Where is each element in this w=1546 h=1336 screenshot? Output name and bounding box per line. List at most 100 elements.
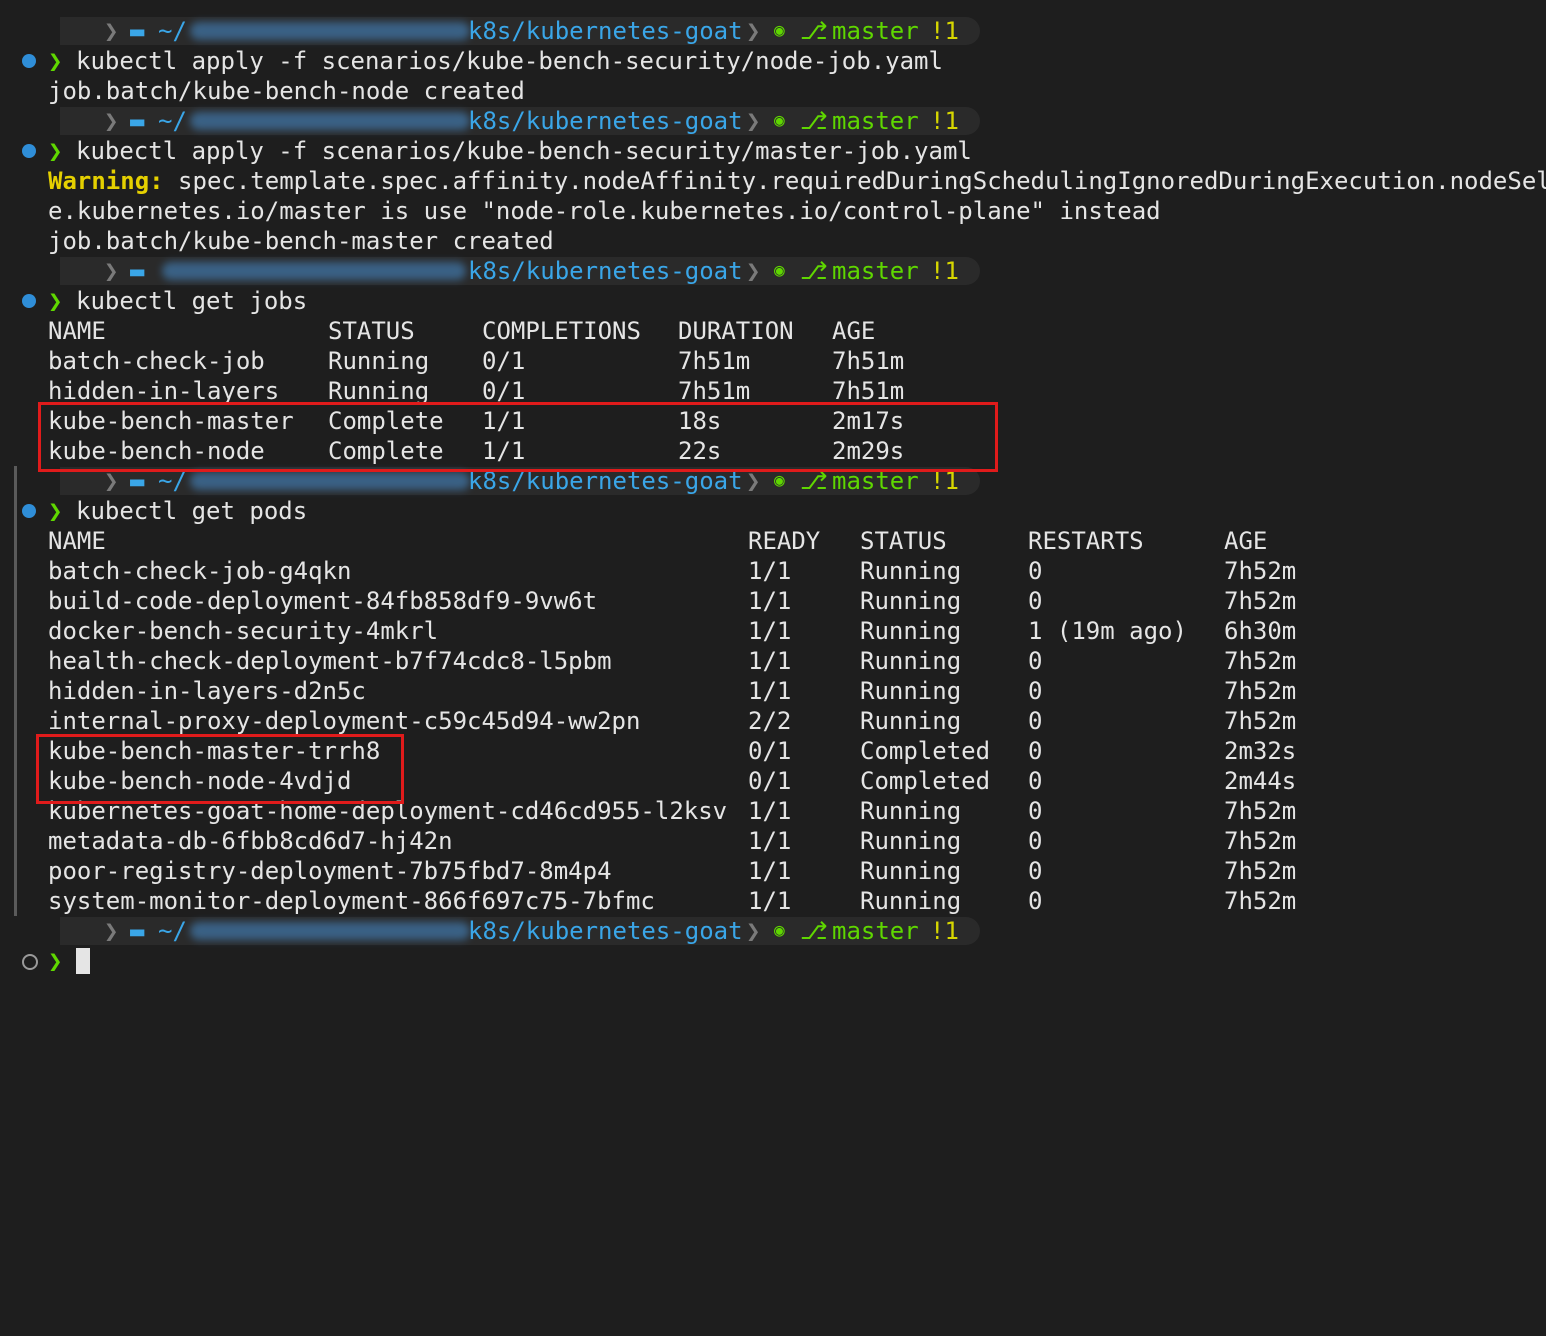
prompt-symbol: ❯ bbox=[48, 287, 63, 315]
github-icon: ◉ bbox=[774, 20, 785, 41]
pod-name: internal-proxy-deployment-c59c45d94-ww2p… bbox=[48, 707, 641, 735]
pod-age: 7h52m bbox=[1224, 677, 1297, 705]
separator-chevron: ❯ bbox=[104, 107, 119, 135]
command-line: ❯ kubectl get pods bbox=[0, 496, 1546, 526]
pod-restarts: 0 bbox=[1028, 737, 1043, 765]
table-row: system-monitor-deployment-866f697c75-7bf… bbox=[0, 886, 1400, 916]
status-dot bbox=[22, 294, 36, 308]
pod-status: Running bbox=[860, 647, 962, 675]
home-path: ~/ bbox=[158, 107, 187, 135]
status-dot bbox=[22, 504, 36, 518]
prompt-symbol: ❯ bbox=[48, 47, 63, 75]
git-branch-icon: ⎇ bbox=[800, 107, 828, 135]
pod-status: Running bbox=[860, 797, 962, 825]
pod-name: poor-registry-deployment-7b75fbd7-8m4p4 bbox=[48, 857, 612, 885]
pod-status: Running bbox=[860, 617, 962, 645]
table-row: health-check-deployment-b7f74cdc8-l5pbm 1… bbox=[0, 646, 1400, 676]
separator-chevron: ❯ bbox=[746, 107, 761, 135]
pod-status: Running bbox=[860, 827, 962, 855]
pod-name: system-monitor-deployment-866f697c75-7bf… bbox=[48, 887, 655, 915]
branch-name: master bbox=[832, 17, 919, 45]
table-row: batch-check-job Running 0/1 7h51m 7h51m bbox=[0, 346, 1000, 376]
pod-ready: 0/1 bbox=[748, 767, 792, 795]
text-cursor[interactable] bbox=[76, 948, 90, 974]
pod-ready: 0/1 bbox=[748, 737, 792, 765]
command-line: ❯ kubectl get jobs bbox=[0, 286, 1546, 316]
warning-label: Warning: bbox=[48, 167, 164, 195]
pod-age: 7h52m bbox=[1224, 887, 1297, 915]
pod-age: 7h52m bbox=[1224, 587, 1297, 615]
folder-icon: ▬ bbox=[130, 107, 145, 135]
terminal-window[interactable]: ❯ ▬ ~/ k8s/kubernetes-goat ❯ ◉ ⎇ master … bbox=[0, 0, 1546, 1006]
github-icon: ◉ bbox=[774, 110, 785, 131]
redacted-path bbox=[190, 472, 470, 490]
separator-chevron: ❯ bbox=[746, 917, 761, 945]
pod-restarts: 0 bbox=[1028, 557, 1043, 585]
prompt-symbol: ❯ bbox=[48, 137, 63, 165]
pod-name: hidden-in-layers-d2n5c bbox=[48, 677, 366, 705]
table-row: metadata-db-6fbb8cd6d7-hj42n 1/1 Running 0 7… bbox=[0, 826, 1400, 856]
pod-restarts: 0 bbox=[1028, 707, 1043, 735]
pod-restarts: 0 bbox=[1028, 857, 1043, 885]
command-text: kubectl apply -f scenarios/kube-bench-se… bbox=[76, 47, 943, 75]
job-completions: 0/1 bbox=[482, 347, 526, 375]
prompt-bar: ❯ ▬ k8s/kubernetes-goat ❯ ◉ ⎇ master !1 bbox=[0, 256, 1000, 286]
pod-ready: 2/2 bbox=[748, 707, 792, 735]
column-header: READY bbox=[748, 527, 821, 555]
git-branch-icon: ⎇ bbox=[800, 17, 828, 45]
column-header: COMPLETIONS bbox=[482, 317, 641, 345]
table-row: poor-registry-deployment-7b75fbd7-8m4p4 1… bbox=[0, 856, 1400, 886]
pod-age: 7h52m bbox=[1224, 827, 1297, 855]
pod-status: Running bbox=[860, 557, 962, 585]
output-line: job.batch/kube-bench-master created bbox=[48, 227, 554, 255]
dirty-status: !1 bbox=[930, 257, 959, 285]
status-dot bbox=[22, 54, 36, 68]
separator-chevron: ❯ bbox=[746, 257, 761, 285]
highlight-box-jobs bbox=[38, 402, 998, 472]
pod-restarts: 0 bbox=[1028, 887, 1043, 915]
pod-age: 7h52m bbox=[1224, 707, 1297, 735]
repo-path: k8s/kubernetes-goat bbox=[468, 17, 743, 45]
pod-status: Running bbox=[860, 887, 962, 915]
redacted-path bbox=[190, 922, 470, 940]
pod-status: Running bbox=[860, 587, 962, 615]
pod-age: 7h52m bbox=[1224, 857, 1297, 885]
pod-age: 7h52m bbox=[1224, 557, 1297, 585]
dirty-status: !1 bbox=[930, 107, 959, 135]
pod-restarts: 0 bbox=[1028, 587, 1043, 615]
pod-status: Running bbox=[860, 707, 962, 735]
command-line: ❯ kubectl apply -f scenarios/kube-bench-… bbox=[0, 136, 1546, 166]
separator-chevron: ❯ bbox=[104, 17, 119, 45]
pod-name: metadata-db-6fbb8cd6d7-hj42n bbox=[48, 827, 453, 855]
column-header: STATUS bbox=[328, 317, 415, 345]
redacted-path bbox=[190, 112, 470, 130]
pod-restarts: 0 bbox=[1028, 647, 1043, 675]
column-header: RESTARTS bbox=[1028, 527, 1144, 555]
home-path: ~/ bbox=[158, 17, 187, 45]
job-duration: 7h51m bbox=[678, 347, 751, 375]
pod-age: 7h52m bbox=[1224, 797, 1297, 825]
active-prompt-line[interactable]: ❯ bbox=[0, 946, 1546, 976]
column-header: DURATION bbox=[678, 317, 794, 345]
job-status: Running bbox=[328, 347, 430, 375]
job-age: 7h51m bbox=[832, 347, 905, 375]
pod-restarts: 0 bbox=[1028, 767, 1043, 795]
prompt-bar: ❯ ▬ ~/ k8s/kubernetes-goat ❯ ◉ ⎇ master … bbox=[0, 106, 1000, 136]
pod-name: build-code-deployment-84fb858df9-9vw6t bbox=[48, 587, 598, 615]
job-name: batch-check-job bbox=[48, 347, 265, 375]
table-header: NAME READY STATUS RESTARTS AGE bbox=[0, 526, 1400, 556]
branch-name: master bbox=[832, 917, 919, 945]
branch-name: master bbox=[832, 257, 919, 285]
pod-name: docker-bench-security-4mkrl bbox=[48, 617, 439, 645]
pod-age: 7h52m bbox=[1224, 647, 1297, 675]
folder-icon: ▬ bbox=[130, 257, 145, 285]
status-dot bbox=[22, 954, 38, 970]
output-line: job.batch/kube-bench-node created bbox=[48, 77, 525, 105]
pod-status: Completed bbox=[860, 737, 991, 765]
separator-chevron: ❯ bbox=[104, 917, 119, 945]
folder-icon: ▬ bbox=[130, 17, 145, 45]
git-branch-icon: ⎇ bbox=[800, 917, 828, 945]
pod-ready: 1/1 bbox=[748, 617, 792, 645]
separator-chevron: ❯ bbox=[746, 17, 761, 45]
table-row: internal-proxy-deployment-c59c45d94-ww2p… bbox=[0, 706, 1400, 736]
